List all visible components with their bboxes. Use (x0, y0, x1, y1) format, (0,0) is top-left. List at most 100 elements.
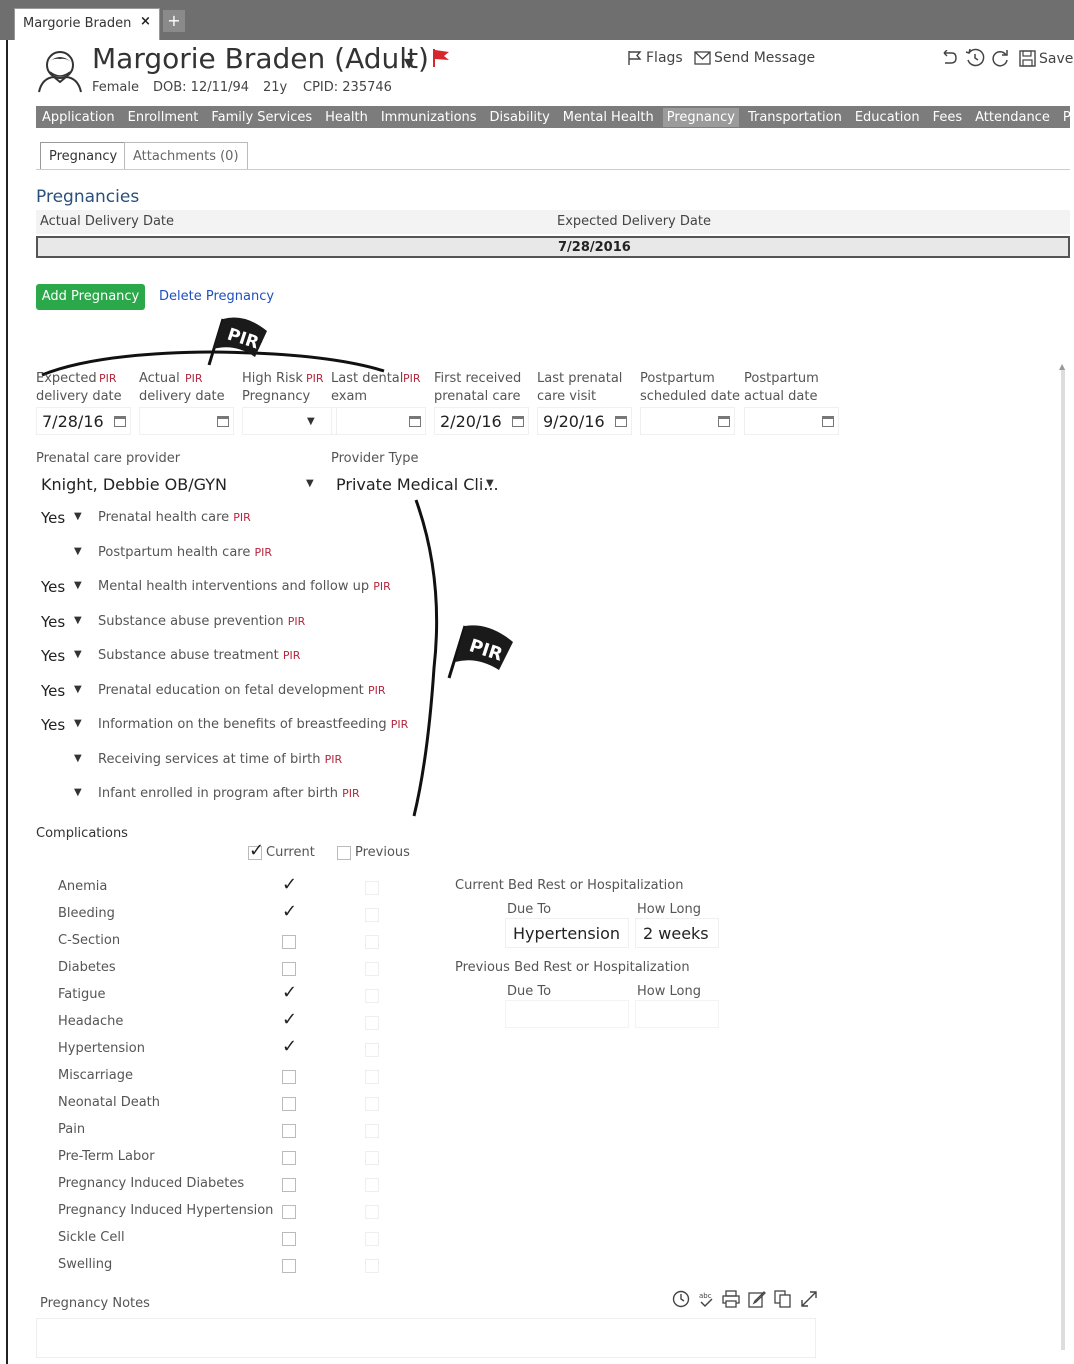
send-message-button[interactable]: Send Message (694, 50, 815, 66)
module-tab-disability[interactable]: Disability (490, 110, 550, 125)
subtab-pregnancy[interactable]: Pregnancy (40, 142, 127, 170)
pp-actual-input[interactable] (744, 407, 839, 435)
vertical-scrollbar[interactable] (1061, 370, 1065, 1350)
undo-icon[interactable] (940, 50, 958, 66)
complication-current-checkbox[interactable]: ✓ (282, 984, 297, 1003)
service-yes-no-select[interactable]: Yes ▼ (36, 575, 86, 601)
col-expected-delivery[interactable]: Expected Delivery Date (557, 214, 711, 229)
subtab-attachments[interactable]: Attachments (0) (124, 142, 248, 170)
complication-current-checkbox[interactable]: ✓ (282, 876, 297, 895)
complication-current-checkbox[interactable] (282, 962, 296, 976)
calendar-icon[interactable] (615, 416, 627, 427)
calendar-icon[interactable] (409, 416, 421, 427)
complication-current-checkbox[interactable] (282, 1070, 296, 1084)
high-risk-input[interactable]: ▼ (242, 407, 337, 435)
complication-current-checkbox[interactable] (282, 935, 296, 949)
calendar-icon[interactable] (822, 416, 834, 427)
complication-previous-checkbox[interactable] (365, 1016, 379, 1030)
previous-how-long-field[interactable] (635, 1000, 719, 1028)
complication-previous-checkbox[interactable] (365, 1178, 379, 1192)
delete-pregnancy-link[interactable]: Delete Pregnancy (159, 289, 274, 304)
expand-icon[interactable] (800, 1290, 818, 1308)
chevron-down-icon[interactable]: ▼ (307, 416, 315, 427)
module-tab-pregnancy[interactable]: Pregnancy (662, 107, 739, 127)
refresh-icon[interactable] (990, 48, 1010, 68)
complication-previous-checkbox[interactable] (365, 908, 379, 922)
service-yes-no-select[interactable]: Yes ▼ (36, 506, 86, 532)
complication-current-checkbox[interactable] (282, 1097, 296, 1111)
print-icon[interactable] (722, 1290, 740, 1308)
service-yes-no-select[interactable]: Yes ▼ (36, 713, 86, 739)
service-yes-no-select[interactable]: Yes ▼ (36, 610, 86, 636)
complication-current-checkbox[interactable]: ✓ (282, 1011, 297, 1030)
history-icon[interactable] (965, 48, 985, 68)
complication-current-checkbox[interactable] (282, 1259, 296, 1273)
clock-icon[interactable] (672, 1290, 690, 1308)
module-tab-fees[interactable]: Fees (933, 110, 963, 125)
record-tab[interactable]: Margorie Braden (14, 8, 160, 40)
complication-current-checkbox[interactable] (282, 1232, 296, 1246)
module-tab-pir[interactable]: PIR (1063, 110, 1074, 125)
current-due-to-field[interactable]: Hypertension (505, 918, 629, 948)
complication-previous-checkbox[interactable] (365, 989, 379, 1003)
flags-button[interactable]: Flags (627, 50, 683, 66)
provider-type-select[interactable]: Private Medical Cli... ▼ (331, 470, 501, 498)
service-yes-no-select[interactable]: Yes ▼ (36, 644, 86, 670)
module-tab-health[interactable]: Health (325, 110, 368, 125)
new-tab-button[interactable]: + (163, 10, 185, 32)
pregnancy-notes-textarea[interactable] (36, 1318, 816, 1358)
complication-current-checkbox[interactable] (282, 1178, 296, 1192)
edit-icon[interactable] (748, 1290, 766, 1308)
complication-previous-checkbox[interactable] (365, 1259, 379, 1273)
module-tab-attendance[interactable]: Attendance (975, 110, 1050, 125)
module-tab-education[interactable]: Education (855, 110, 920, 125)
module-tab-family-services[interactable]: Family Services (211, 110, 312, 125)
calendar-icon[interactable] (512, 416, 524, 427)
col-actual-delivery[interactable]: Actual Delivery Date (40, 214, 174, 229)
complication-previous-checkbox[interactable] (365, 1070, 379, 1084)
close-tab-icon[interactable]: × (140, 14, 151, 29)
save-button[interactable]: Save (1019, 50, 1073, 67)
current-how-long-field[interactable]: 2 weeks (635, 918, 719, 948)
module-tab-enrollment[interactable]: Enrollment (128, 110, 199, 125)
complication-previous-checkbox[interactable] (365, 935, 379, 949)
complication-previous-checkbox[interactable] (365, 881, 379, 895)
expected-delivery-input[interactable]: 7/28/16 (36, 407, 131, 435)
spellcheck-icon[interactable]: abc (698, 1290, 714, 1308)
previous-due-to-field[interactable] (505, 1000, 629, 1028)
complication-current-checkbox[interactable] (282, 1124, 296, 1138)
service-yes-no-select[interactable]: Yes ▼ (36, 679, 86, 705)
pp-scheduled-input[interactable] (640, 407, 735, 435)
last-prenatal-input[interactable]: 9/20/16 (537, 407, 632, 435)
copy-icon[interactable] (774, 1290, 792, 1308)
service-yes-no-select[interactable]: ▼ (36, 748, 86, 774)
complication-previous-checkbox[interactable] (365, 1097, 379, 1111)
module-tab-application[interactable]: Application (42, 110, 115, 125)
client-menu-caret-icon[interactable]: ▾ (404, 50, 414, 74)
service-yes-no-select[interactable]: ▼ (36, 541, 86, 567)
last-dental-input[interactable] (331, 407, 426, 435)
complication-current-checkbox[interactable]: ✓ (282, 1038, 297, 1057)
prenatal-provider-select[interactable]: Knight, Debbie OB/GYN ▼ (36, 470, 321, 498)
calendar-icon[interactable] (718, 416, 730, 427)
complication-previous-checkbox[interactable] (365, 1232, 379, 1246)
service-yes-no-select[interactable]: ▼ (36, 782, 86, 808)
pregnancy-row-selected[interactable]: 7/28/2016 (36, 236, 1070, 258)
complication-previous-checkbox[interactable] (365, 1124, 379, 1138)
complication-previous-checkbox[interactable] (365, 962, 379, 976)
red-flag-icon[interactable] (432, 48, 450, 68)
complication-previous-checkbox[interactable] (365, 1205, 379, 1219)
scroll-up-arrow-icon[interactable]: ▲ (1059, 362, 1065, 371)
complication-current-checkbox[interactable] (282, 1205, 296, 1219)
first-prenatal-input[interactable]: 2/20/16 (434, 407, 529, 435)
module-tab-mental-health[interactable]: Mental Health (563, 110, 654, 125)
actual-delivery-input[interactable] (139, 407, 234, 435)
calendar-icon[interactable] (217, 416, 229, 427)
complication-previous-checkbox[interactable] (365, 1151, 379, 1165)
module-tab-immunizations[interactable]: Immunizations (381, 110, 477, 125)
add-pregnancy-button[interactable]: Add Pregnancy (36, 284, 145, 310)
complication-current-checkbox[interactable]: ✓ (282, 903, 297, 922)
complication-previous-checkbox[interactable] (365, 1043, 379, 1057)
module-tab-transportation[interactable]: Transportation (748, 110, 842, 125)
calendar-icon[interactable] (114, 416, 126, 427)
